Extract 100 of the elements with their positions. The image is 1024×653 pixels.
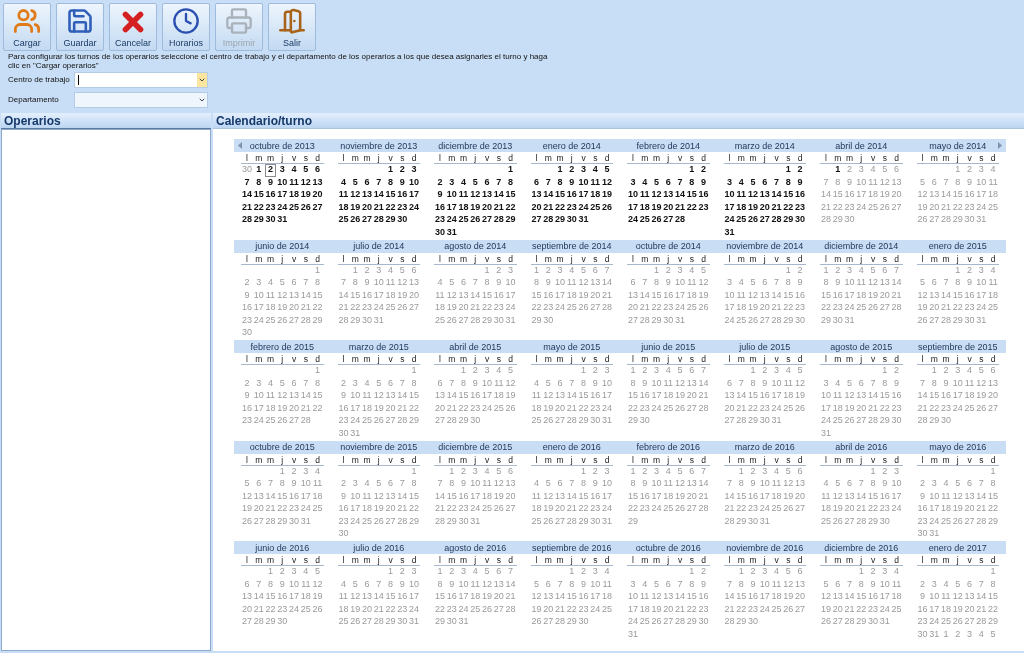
calendar-day[interactable]: 24 — [674, 302, 686, 315]
calendar-day[interactable]: 21 — [601, 289, 613, 302]
calendar-day[interactable]: 15 — [831, 189, 844, 202]
calendar-day[interactable]: 23 — [916, 616, 929, 629]
calendar-day[interactable]: 8 — [384, 578, 397, 591]
calendar-day[interactable]: 5 — [820, 578, 832, 591]
calendar-day[interactable]: 27 — [384, 515, 397, 528]
calendar-day[interactable]: 30 — [638, 415, 651, 428]
calendar-day[interactable]: 9 — [890, 377, 903, 390]
calendar-day[interactable]: 20 — [530, 201, 543, 214]
calendar-day[interactable]: 8 — [747, 377, 759, 390]
calendar-day[interactable]: 19 — [831, 503, 844, 516]
calendar-day[interactable]: 7 — [638, 277, 651, 290]
calendar-day[interactable]: 14 — [890, 277, 903, 290]
calendar-day[interactable]: 12 — [445, 289, 458, 302]
calendar-day[interactable]: 29 — [735, 515, 748, 528]
calendar-day[interactable]: 8 — [782, 176, 795, 189]
calendar-day[interactable]: 26 — [372, 515, 385, 528]
calendar-day[interactable]: 13 — [252, 490, 265, 503]
calendar-day[interactable]: 25 — [940, 616, 952, 629]
calendar-day[interactable]: 15 — [384, 591, 397, 604]
calendar-day[interactable]: 10 — [276, 176, 289, 189]
calendar-day[interactable]: 9 — [589, 377, 602, 390]
calendar-day[interactable]: 23 — [867, 603, 879, 616]
calendar-day[interactable]: 28 — [337, 314, 350, 327]
calendar-day[interactable]: 19 — [820, 603, 832, 616]
calendar-day[interactable]: 28 — [674, 616, 686, 629]
calendar-day[interactable]: 7 — [975, 478, 988, 491]
calendar-day[interactable]: 13 — [928, 289, 941, 302]
calendar-day[interactable]: 25 — [987, 201, 999, 214]
calendar-day[interactable]: 12 — [878, 176, 891, 189]
calendar-day[interactable]: 24 — [878, 603, 891, 616]
calendar-day[interactable]: 17 — [650, 490, 663, 503]
calendar-day[interactable]: 20 — [794, 591, 806, 604]
calendar-day[interactable]: 22 — [457, 402, 470, 415]
calendar-day[interactable]: 16 — [288, 490, 300, 503]
calendar-day[interactable]: 17 — [457, 591, 470, 604]
calendar-day[interactable]: 28 — [843, 616, 856, 629]
calendar-day[interactable]: 13 — [481, 189, 493, 202]
calendar-day[interactable]: 27 — [685, 402, 698, 415]
calendar-day[interactable]: 2 — [542, 264, 555, 277]
calendar-day[interactable]: 16 — [589, 490, 602, 503]
calendar-day[interactable]: 9 — [288, 478, 300, 491]
calendar-day[interactable]: 2 — [638, 365, 651, 378]
calendar-day[interactable]: 22 — [445, 503, 458, 516]
calendar-day[interactable]: 16 — [963, 289, 976, 302]
calendar-day[interactable]: 30 — [589, 415, 602, 428]
calendar-day[interactable]: 9 — [940, 377, 952, 390]
calendar-day[interactable]: 13 — [831, 591, 844, 604]
calendar-day[interactable]: 14 — [445, 390, 458, 403]
calendar-day[interactable]: 22 — [311, 402, 324, 415]
calendar-day[interactable]: 28 — [820, 214, 832, 227]
calendar-day[interactable]: 11 — [963, 377, 976, 390]
calendar-day[interactable]: 15 — [867, 490, 879, 503]
calendar-day[interactable]: 29 — [565, 616, 578, 629]
calendar-day[interactable]: 12 — [276, 289, 289, 302]
calendar-day[interactable]: 14 — [396, 390, 409, 403]
calendar-day[interactable]: 15 — [577, 490, 590, 503]
calendar-day[interactable]: 8 — [457, 377, 470, 390]
calendar-day[interactable]: 28 — [855, 515, 868, 528]
calendar-day[interactable]: 16 — [747, 591, 759, 604]
calendar-day[interactable]: 3 — [674, 264, 686, 277]
calendar-day[interactable]: 18 — [299, 591, 312, 604]
calendar-day[interactable]: 3 — [349, 377, 362, 390]
calendar-day[interactable]: 20 — [928, 302, 941, 315]
calendar-day[interactable]: 14 — [855, 490, 868, 503]
calendar-day[interactable]: 9 — [337, 490, 350, 503]
calendar-day[interactable]: 15 — [565, 591, 578, 604]
calendar-day[interactable]: 19 — [650, 603, 663, 616]
calendar-day[interactable]: 24 — [928, 515, 941, 528]
calendar-day[interactable]: 6 — [288, 377, 300, 390]
calendar-day[interactable]: 11 — [855, 277, 868, 290]
calendar-day[interactable]: 6 — [492, 566, 505, 579]
calendar-day[interactable]: 13 — [288, 390, 300, 403]
calendar-day[interactable]: 2 — [916, 478, 929, 491]
calendar-day[interactable]: 24 — [577, 201, 590, 214]
calendar-day[interactable]: 10 — [252, 289, 265, 302]
calendar-day[interactable]: 17 — [627, 201, 639, 214]
calendar-day[interactable]: 13 — [434, 390, 446, 403]
calendar-day[interactable]: 1 — [831, 164, 844, 177]
calendar-day[interactable]: 17 — [276, 189, 289, 202]
calendar-day[interactable]: 5 — [276, 277, 289, 290]
calendar-day[interactable]: 12 — [794, 377, 806, 390]
calendar-day[interactable]: 17 — [445, 201, 458, 214]
calendar-day[interactable]: 6 — [987, 365, 999, 378]
calendar-day[interactable]: 7 — [434, 478, 446, 491]
calendar-day[interactable]: 1 — [650, 264, 663, 277]
calendar-day[interactable]: 3 — [408, 566, 420, 579]
calendar-day[interactable]: 3 — [770, 365, 783, 378]
calendar-day[interactable]: 23 — [337, 415, 350, 428]
calendar-day[interactable]: 31 — [299, 515, 312, 528]
calendar-day[interactable]: 27 — [288, 314, 300, 327]
calendar-day[interactable]: 27 — [481, 214, 493, 227]
calendar-day[interactable]: 4 — [831, 377, 844, 390]
calendar-day[interactable]: 14 — [565, 490, 578, 503]
calendar-day[interactable]: 21 — [697, 490, 710, 503]
calendar-day[interactable]: 2 — [241, 277, 253, 290]
calendar-day[interactable]: 5 — [492, 465, 505, 478]
calendar-day[interactable]: 24 — [601, 402, 613, 415]
calendar-day[interactable]: 18 — [782, 390, 795, 403]
